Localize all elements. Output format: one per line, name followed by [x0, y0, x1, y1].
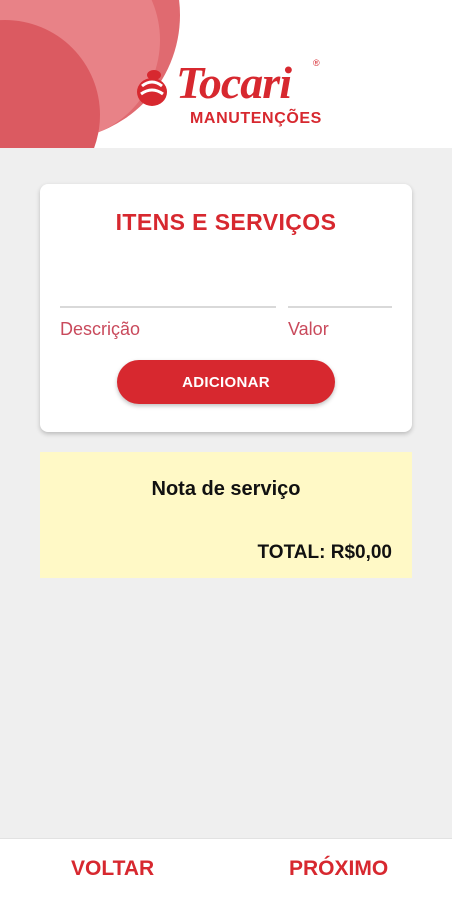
service-note-title: Nota de serviço [151, 478, 301, 500]
value-label: Valor [288, 319, 329, 339]
back-button[interactable]: VOLTAR [71, 857, 154, 881]
add-button[interactable]: ADICIONAR [117, 360, 335, 404]
brand-subtitle: MANUTENÇÕES [190, 110, 322, 127]
tocari-logo-icon [137, 70, 167, 106]
next-button[interactable]: PRÓXIMO [289, 857, 388, 881]
brand-logo: Tocari ® MANUTENÇÕES [130, 57, 330, 132]
registered-mark: ® [313, 58, 320, 68]
app-header: Tocari ® MANUTENÇÕES [0, 0, 452, 148]
brand-name: Tocari [176, 57, 292, 108]
service-note-panel: Nota de serviço TOTAL: R$0,00 [40, 452, 412, 578]
description-label: Descrição [60, 319, 141, 339]
bottom-navigation: VOLTAR PRÓXIMO [0, 838, 452, 900]
service-note-total: TOTAL: R$0,00 [257, 542, 392, 563]
card-title: ITENS E SERVIÇOS [115, 209, 337, 235]
description-input[interactable] [60, 260, 276, 308]
items-services-card: ITENS E SERVIÇOS Descrição Valor ADICION… [40, 184, 412, 432]
value-input[interactable] [288, 260, 392, 308]
